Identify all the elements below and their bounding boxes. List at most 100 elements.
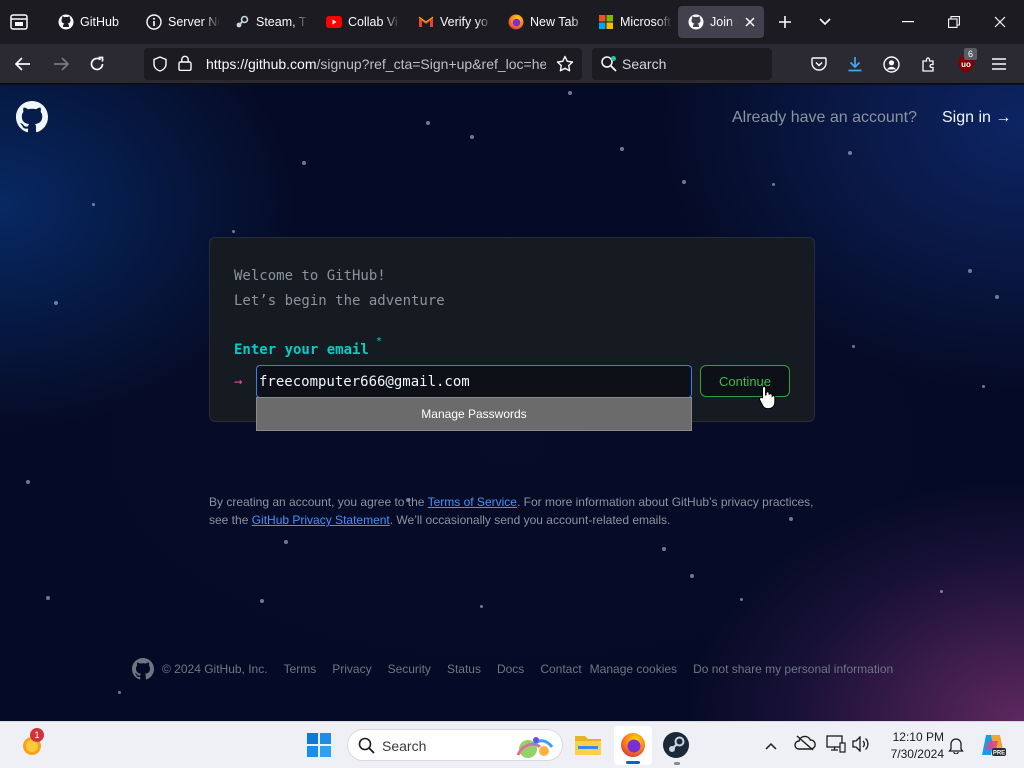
plus-icon: [779, 16, 791, 28]
info-icon: [146, 14, 162, 30]
already-have-account-text: Already have an account?: [732, 109, 918, 126]
footer-link-contact[interactable]: Contact: [540, 662, 581, 676]
url-path: /signup?ref_cta=Sign+up&ref_loc=header+l…: [316, 56, 546, 72]
minimize-button[interactable]: [896, 12, 920, 32]
steam-icon: [663, 732, 689, 758]
footer-link-docs[interactable]: Docs: [497, 662, 524, 676]
chevron-up-icon: [765, 742, 777, 750]
network-icon[interactable]: [826, 735, 846, 758]
app-menu-button[interactable]: [988, 54, 1010, 74]
tab-youtube[interactable]: Collab Vi: [316, 6, 400, 38]
manage-passwords-option[interactable]: Manage Passwords: [256, 397, 692, 431]
github-mark-icon[interactable]: [132, 658, 154, 680]
extensions-button[interactable]: [918, 54, 940, 74]
tab-steam[interactable]: Steam, T: [224, 6, 308, 38]
list-all-tabs-button[interactable]: [814, 12, 836, 32]
search-icon: [358, 737, 375, 759]
taskbar-firefox-button[interactable]: [614, 726, 652, 765]
restore-button[interactable]: [942, 12, 966, 32]
close-icon: [994, 16, 1006, 28]
privacy-statement-link[interactable]: GitHub Privacy Statement: [252, 513, 390, 527]
onedrive-offline-icon[interactable]: [794, 735, 816, 756]
search-placeholder: Search: [622, 56, 667, 72]
taskbar-search-label: Search: [382, 738, 427, 754]
firefox-view-icon: [10, 14, 28, 30]
weather-notification-badge: 1: [30, 728, 44, 742]
continue-button[interactable]: Continue: [700, 365, 790, 397]
tab-gmail[interactable]: Verify yo: [408, 6, 492, 38]
downloads-button[interactable]: [844, 54, 866, 74]
tab-join-github[interactable]: Join GitHub: [678, 6, 764, 38]
clock-time[interactable]: 12:10 PM: [884, 730, 944, 744]
tab-new-tab[interactable]: New Tab: [498, 6, 588, 38]
forward-button[interactable]: [50, 54, 72, 74]
welcome-subheading: Let’s begin the adventure: [234, 293, 445, 309]
address-bar[interactable]: https://github.com/signup?ref_cta=Sign+u…: [144, 48, 582, 80]
tab-title: Collab Vi: [348, 15, 398, 29]
reload-icon: [90, 56, 104, 71]
footer-link-manage-cookies[interactable]: Manage cookies: [590, 662, 677, 676]
volume-icon[interactable]: [852, 735, 870, 757]
firefox-view-button[interactable]: [8, 12, 30, 32]
windows-taskbar: 1 Search 12:10 PM 7/30/2024 PRE: [0, 721, 1024, 768]
ublock-extension-button[interactable]: uo 6: [954, 48, 978, 76]
clock-date[interactable]: 7/30/2024: [884, 747, 944, 761]
tab-bar: GitHub Server Not Found Steam, T Collab …: [0, 0, 1024, 44]
search-bar[interactable]: Search: [592, 48, 772, 80]
page-footer: © 2024 GitHub, Inc. Terms Privacy Securi…: [132, 657, 893, 681]
footer-link-security[interactable]: Security: [388, 662, 431, 676]
footer-link-status[interactable]: Status: [447, 662, 481, 676]
extension-badge: 6: [964, 48, 977, 60]
pocket-icon: [811, 56, 827, 71]
shield-icon[interactable]: [152, 56, 168, 77]
gmail-icon: [418, 14, 434, 30]
footer-link-terms[interactable]: Terms: [284, 662, 317, 676]
pocket-button[interactable]: [808, 54, 830, 74]
back-button[interactable]: [12, 54, 34, 74]
arrow-right-icon: [54, 57, 69, 71]
active-app-indicator: [626, 761, 640, 764]
tab-microsoft[interactable]: Microsoft: [588, 6, 672, 38]
close-window-button[interactable]: [988, 12, 1012, 32]
url-text[interactable]: https://github.com/signup?ref_cta=Sign+u…: [206, 56, 546, 74]
minimize-icon: [902, 21, 914, 23]
weather-widget[interactable]: 1: [20, 728, 48, 760]
reload-button[interactable]: [86, 54, 108, 74]
bell-icon: [948, 738, 964, 755]
tab-title: Verify yo: [440, 15, 488, 29]
email-input[interactable]: [256, 365, 692, 398]
hand-cursor-icon: [758, 385, 776, 414]
search-engine-icon[interactable]: [600, 55, 618, 78]
microsoft-icon: [598, 14, 614, 30]
tab-server-not-found[interactable]: Server Not Found: [136, 6, 220, 38]
close-tab-icon[interactable]: [742, 14, 758, 30]
taskbar-steam-button[interactable]: [662, 731, 692, 765]
account-button[interactable]: [880, 54, 902, 74]
tab-github[interactable]: GitHub: [48, 6, 132, 38]
show-hidden-icons-button[interactable]: [764, 738, 778, 756]
email-label: Enter your email: [234, 342, 369, 358]
taskbar-search[interactable]: Search: [347, 729, 563, 761]
welcome-heading: Welcome to GitHub!: [234, 268, 386, 284]
arrow-left-icon: [15, 57, 30, 71]
account-icon: [882, 55, 900, 73]
start-button[interactable]: [306, 732, 332, 763]
hamburger-menu-icon: [992, 58, 1006, 70]
bookmark-star-icon[interactable]: [556, 55, 574, 78]
new-tab-button[interactable]: [774, 12, 796, 32]
sign-in-link[interactable]: Sign in →: [942, 109, 1011, 127]
url-host: https://github.com: [206, 56, 317, 72]
running-app-indicator: [674, 762, 680, 765]
terms-of-service-link[interactable]: Terms of Service: [428, 495, 517, 509]
footer-link-do-not-share[interactable]: Do not share my personal information: [693, 662, 893, 676]
lock-icon[interactable]: [178, 55, 192, 76]
copilot-button[interactable]: PRE: [980, 733, 1006, 762]
github-icon: [688, 14, 704, 30]
svg-text:PRE: PRE: [993, 751, 1005, 757]
tab-title: GitHub: [80, 15, 119, 29]
file-explorer-button[interactable]: [574, 731, 604, 761]
github-logo-icon[interactable]: [16, 101, 48, 138]
tab-title: Server Not Found: [168, 15, 220, 29]
footer-link-privacy[interactable]: Privacy: [332, 662, 371, 676]
notifications-button[interactable]: [948, 736, 964, 759]
